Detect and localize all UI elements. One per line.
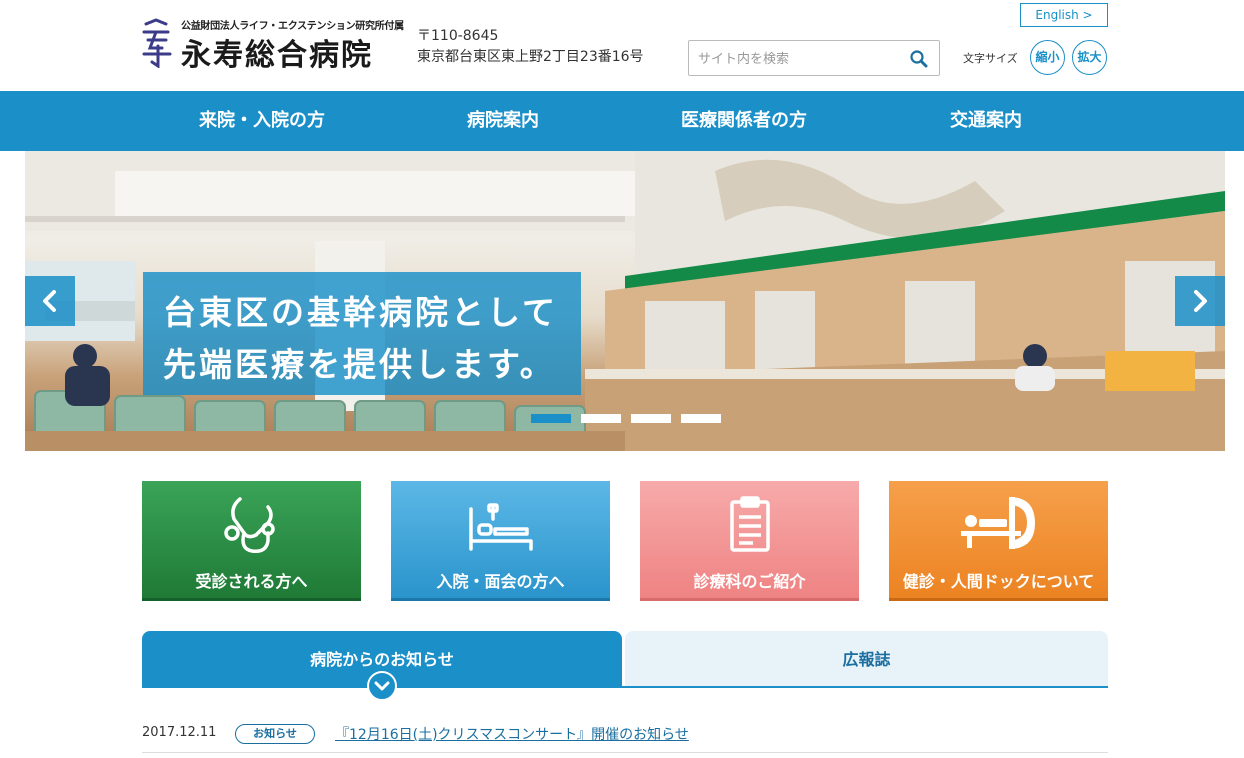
main-nav: 来院・入院の方 病院案内 医療関係者の方 交通案内 [0, 91, 1244, 151]
news-date: 2017.12.11 [142, 725, 217, 740]
tile-checkup-label: 健診・人間ドックについて [902, 572, 1095, 591]
nav-item-visitors[interactable]: 来院・入院の方 [142, 91, 382, 151]
tile-outpatient-label: 受診される方へ [195, 572, 308, 591]
news-badge: お知らせ [235, 724, 315, 744]
hospital-bed-icon [469, 503, 533, 551]
slider-dot-4[interactable] [681, 414, 721, 423]
slider-dot-2[interactable] [581, 414, 621, 423]
tile-departments-label: 診療科のご紹介 [693, 572, 806, 591]
search-input[interactable] [696, 49, 896, 69]
chevron-right-icon [1194, 290, 1207, 312]
search-box [688, 40, 940, 76]
hero-caption-line2: 先端医療を提供します。 [163, 345, 556, 384]
chevron-left-icon [43, 290, 56, 312]
hospital-logo-icon[interactable] [142, 18, 172, 68]
hero-caption-line1: 台東区の基幹病院として [163, 293, 559, 332]
font-large-button[interactable]: 拡大 [1072, 40, 1107, 75]
slider-dot-1[interactable] [531, 414, 571, 423]
stethoscope-icon [224, 497, 275, 554]
search-icon[interactable] [909, 49, 929, 69]
tile-outpatient[interactable]: 受診される方へ [142, 481, 361, 601]
tab-indicator [367, 671, 397, 701]
tile-inpatient[interactable]: 入院・面会の方へ [391, 481, 610, 601]
slider-prev-button[interactable] [25, 276, 75, 326]
mri-scanner-icon [961, 497, 1035, 549]
nav-item-about[interactable]: 病院案内 [383, 91, 623, 151]
slider-dot-3[interactable] [631, 414, 671, 423]
address: 東京都台東区東上野2丁目23番16号 [417, 49, 644, 65]
hero-caption: 台東区の基幹病院として 先端医療を提供します。 [143, 272, 581, 395]
site-header: 公益財団法人ライフ・エクステンション研究所付属 永寿総合病院 〒110-8645… [0, 0, 1244, 91]
font-small-button[interactable]: 縮小 [1030, 40, 1065, 75]
slider-next-button[interactable] [1175, 276, 1225, 326]
hospital-name[interactable]: 永寿総合病院 [181, 30, 373, 74]
clipboard-icon [730, 496, 770, 552]
font-size-label: 文字サイズ [963, 52, 1018, 65]
hero-slider: 台東区の基幹病院として 先端医療を提供します。 [25, 151, 1225, 451]
news-link[interactable]: 『12月16日(土)クリスマスコンサート』開催のお知らせ [335, 724, 689, 744]
english-button[interactable]: English > [1020, 3, 1108, 27]
chevron-down-icon [374, 681, 390, 691]
tile-departments[interactable]: 診療科のご紹介 [640, 481, 859, 601]
nav-item-access[interactable]: 交通案内 [866, 91, 1106, 151]
tile-inpatient-label: 入院・面会の方へ [436, 572, 565, 591]
tile-checkup[interactable]: 健診・人間ドックについて [889, 481, 1108, 601]
tab-underline [142, 686, 1108, 688]
news-divider [142, 752, 1108, 753]
nav-item-professionals[interactable]: 医療関係者の方 [624, 91, 864, 151]
postal-code: 〒110-8645 [417, 28, 499, 44]
tab-bulletin[interactable]: 広報誌 [625, 631, 1108, 688]
